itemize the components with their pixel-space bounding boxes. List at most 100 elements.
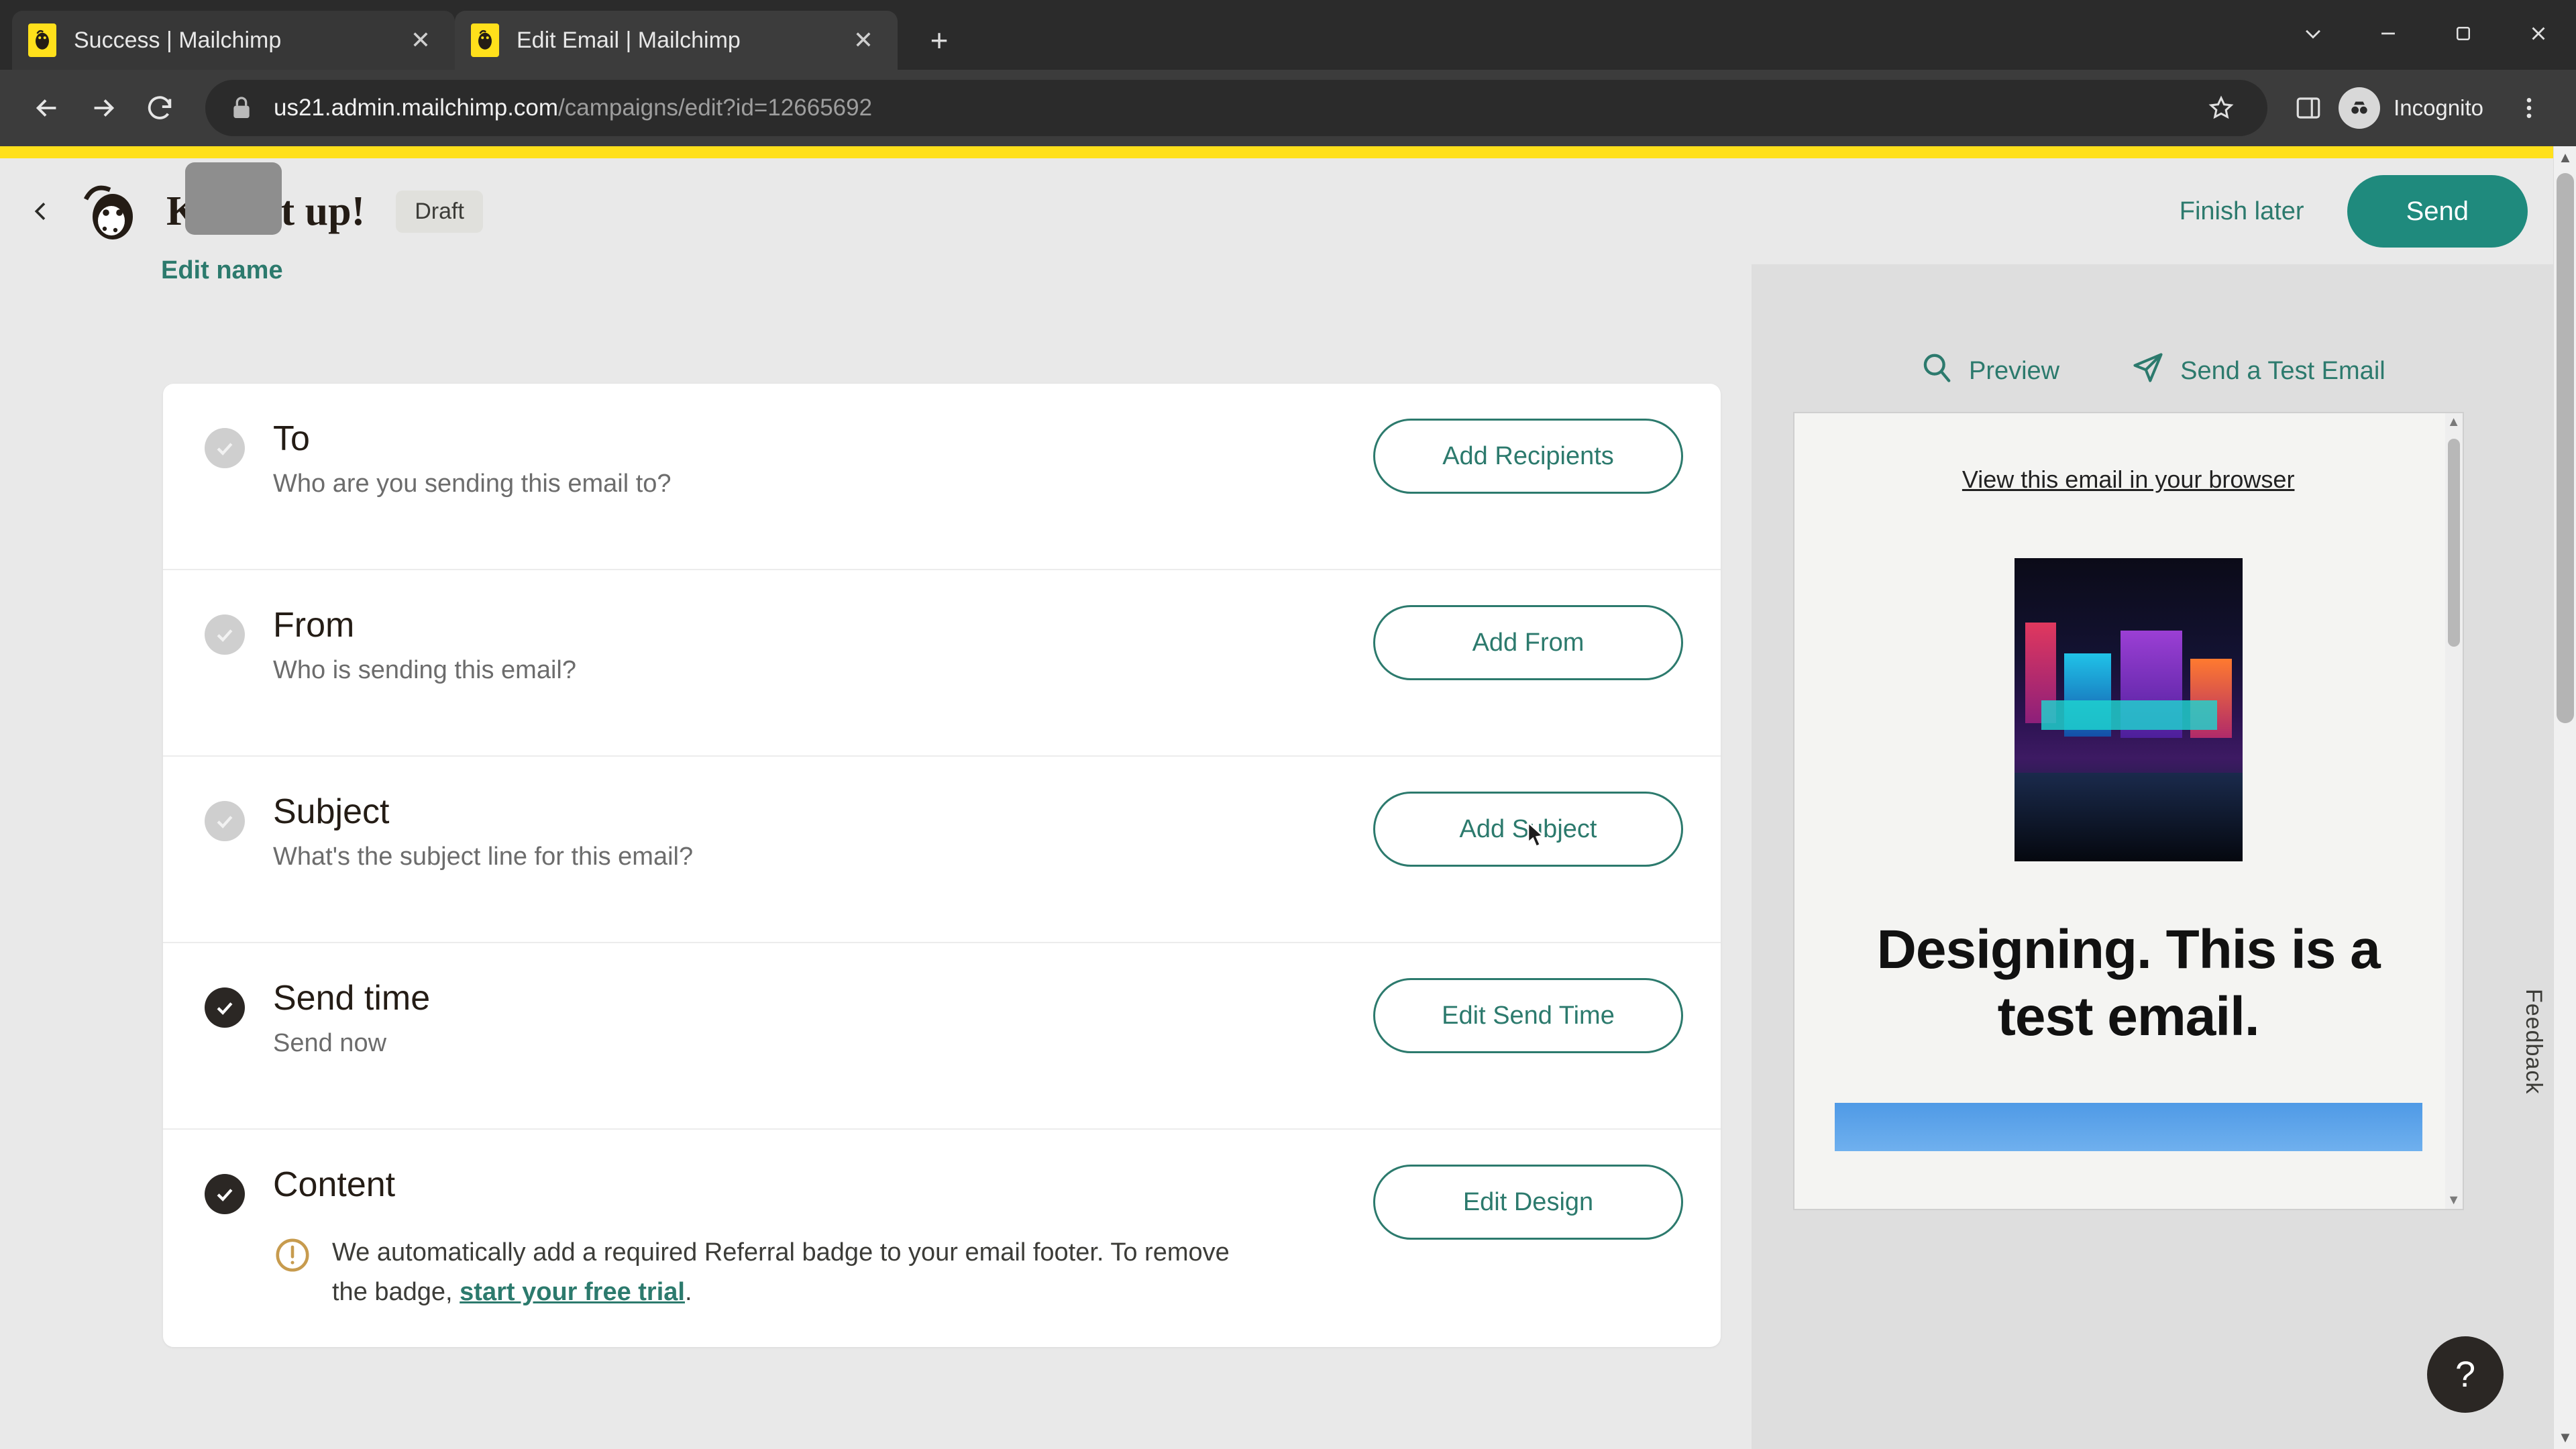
send-test-email-label: Send a Test Email [2180,356,2385,385]
referral-badge-warning: We automatically add a required Referral… [273,1233,1373,1312]
edit-name-link[interactable]: Edit name [161,256,283,285]
browser-tab-success[interactable]: Success | Mailchimp ✕ [12,11,455,70]
close-window-icon[interactable] [2501,7,2576,60]
new-tab-button[interactable]: + [914,15,965,66]
view-in-browser-link[interactable]: View this email in your browser [1835,466,2422,494]
warning-text: We automatically add a required Referral… [332,1233,1271,1312]
checklist-row-body: Content We automatically add a required … [273,1165,1373,1312]
incognito-label: Incognito [2394,95,2483,120]
email-preview-frame: View this email in your browser Designin… [1792,412,2464,1210]
finish-later-button[interactable]: Finish later [2180,197,2304,226]
lock-icon [228,95,255,121]
preview-scrollbar-thumb[interactable] [2447,439,2460,647]
checklist-row-send-time: Send time Send now Edit Send Time [163,943,1721,1130]
page-progress-bar [0,146,2553,158]
preview-scrollbar[interactable]: ▲ ▼ [2445,413,2463,1209]
window-controls [2275,7,2576,60]
checklist-row-action: Edit Design [1373,1165,1683,1240]
url-text: us21.admin.mailchimp.com/campaigns/edit?… [274,95,872,121]
maximize-icon[interactable] [2426,7,2501,60]
checklist-row-subtitle: Send now [273,1029,387,1057]
checklist-row-title: From [273,606,355,645]
chevron-down-icon[interactable] [2275,7,2351,60]
checklist-column: Edit name To Who are you sending this em… [0,256,1752,1449]
checklist-row-to: To Who are you sending this email to? Ad… [163,384,1721,570]
checklist-row-title: To [273,419,310,458]
minimize-icon[interactable] [2351,7,2426,60]
email-preview-content: View this email in your browser Designin… [1794,413,2463,1152]
forward-button-icon[interactable] [75,80,131,136]
back-chevron-icon[interactable] [17,188,64,235]
title-hover-overlay [185,162,282,235]
hero-decor [2014,773,2243,861]
omnibox-actions [2198,85,2245,131]
url-host: us21.admin.mailchimp.com [274,95,559,121]
email-preview-panel: Preview Send a Test Email View this emai… [1751,264,2553,1449]
scroll-down-icon[interactable]: ▼ [2554,1426,2576,1449]
status-badge: Draft [396,190,483,233]
start-free-trial-link[interactable]: start your free trial [460,1278,685,1306]
side-panel-icon[interactable] [2285,85,2332,131]
tab-close-icon[interactable]: ✕ [402,22,439,58]
checklist-row-from: From Who is sending this email? Add From [163,570,1721,757]
checklist-row-subject: Subject What's the subject line for this… [163,757,1721,943]
tab-close-icon[interactable]: ✕ [845,22,881,58]
checklist-row-subtitle: Who is sending this email? [273,656,576,684]
chrome-menu-icon[interactable] [2501,80,2557,136]
send-button[interactable]: Send [2347,175,2528,248]
page-content: Edit name To Who are you sending this em… [0,256,2553,1449]
preview-label: Preview [1968,356,2060,385]
checklist-row-title: Send time [273,979,431,1018]
warning-exclamation-icon [273,1236,312,1275]
edit-design-button[interactable]: Edit Design [1373,1165,1683,1240]
hero-decor [2041,700,2217,730]
mailchimp-page: Keep it up! Draft Finish later Send Edit… [0,146,2553,1449]
preview-button[interactable]: Preview [1919,350,2059,392]
bookmark-star-icon[interactable] [2198,85,2245,131]
scroll-down-icon[interactable]: ▼ [2445,1191,2463,1209]
incognito-avatar-icon [2339,87,2381,129]
window-scrollbar-thumb[interactable] [2557,173,2574,723]
add-recipients-button[interactable]: Add Recipients [1373,419,1683,494]
search-icon [1919,350,1954,392]
checklist-card: To Who are you sending this email to? Ad… [163,384,1721,1347]
scroll-up-icon[interactable]: ▲ [2554,146,2576,169]
email-hero-image [2014,558,2243,861]
reload-button-icon[interactable] [131,80,188,136]
checklist-row-content: Content We automatically add a required … [163,1130,1721,1347]
tab-title: Success | Mailchimp [74,27,282,53]
email-headline: Designing. This is a test email. [1876,919,2381,1048]
checklist-row-body: To Who are you sending this email to? [273,419,1373,498]
edit-send-time-button[interactable]: Edit Send Time [1373,978,1683,1053]
add-subject-button[interactable]: Add Subject [1373,792,1683,867]
page-viewport: Keep it up! Draft Finish later Send Edit… [0,146,2576,1449]
checklist-row-action: Add Subject [1373,792,1683,867]
checkmark-icon-incomplete [205,428,245,468]
scroll-up-icon[interactable]: ▲ [2445,413,2463,431]
mailchimp-favicon-icon [471,23,499,57]
browser-tab-edit-email[interactable]: Edit Email | Mailchimp ✕ [455,11,898,70]
browser-window: Success | Mailchimp ✕ Edit Email | Mailc… [0,0,2576,1449]
back-button-icon[interactable] [19,80,75,136]
window-scrollbar[interactable]: ▲ ▼ [2553,146,2576,1449]
app-header: Keep it up! Draft Finish later Send [0,158,2553,264]
checklist-row-subtitle: Who are you sending this email to? [273,470,672,498]
header-actions: Finish later Send [2180,175,2528,248]
address-bar[interactable]: us21.admin.mailchimp.com/campaigns/edit?… [205,80,2268,136]
mailchimp-logo [75,180,145,242]
page-title: Keep it up! [166,162,365,235]
url-path: /campaigns/edit?id=12665692 [558,95,873,121]
send-test-email-button[interactable]: Send a Test Email [2131,350,2385,392]
checkmark-icon-complete [205,987,245,1028]
checklist-row-body: From Who is sending this email? [273,605,1373,685]
add-from-button[interactable]: Add From [1373,605,1683,680]
checklist-row-title: Subject [273,792,390,831]
warning-text-after: . [684,1277,692,1306]
checklist-row-body: Send time Send now [273,978,1373,1058]
feedback-tab[interactable]: Feedback [2520,989,2546,1094]
help-button[interactable]: ? [2427,1336,2504,1413]
checkmark-icon-complete [205,1174,245,1214]
checkmark-icon-incomplete [205,801,245,841]
incognito-profile-button[interactable]: Incognito [2332,80,2501,136]
email-sky-image [1834,1103,2422,1152]
